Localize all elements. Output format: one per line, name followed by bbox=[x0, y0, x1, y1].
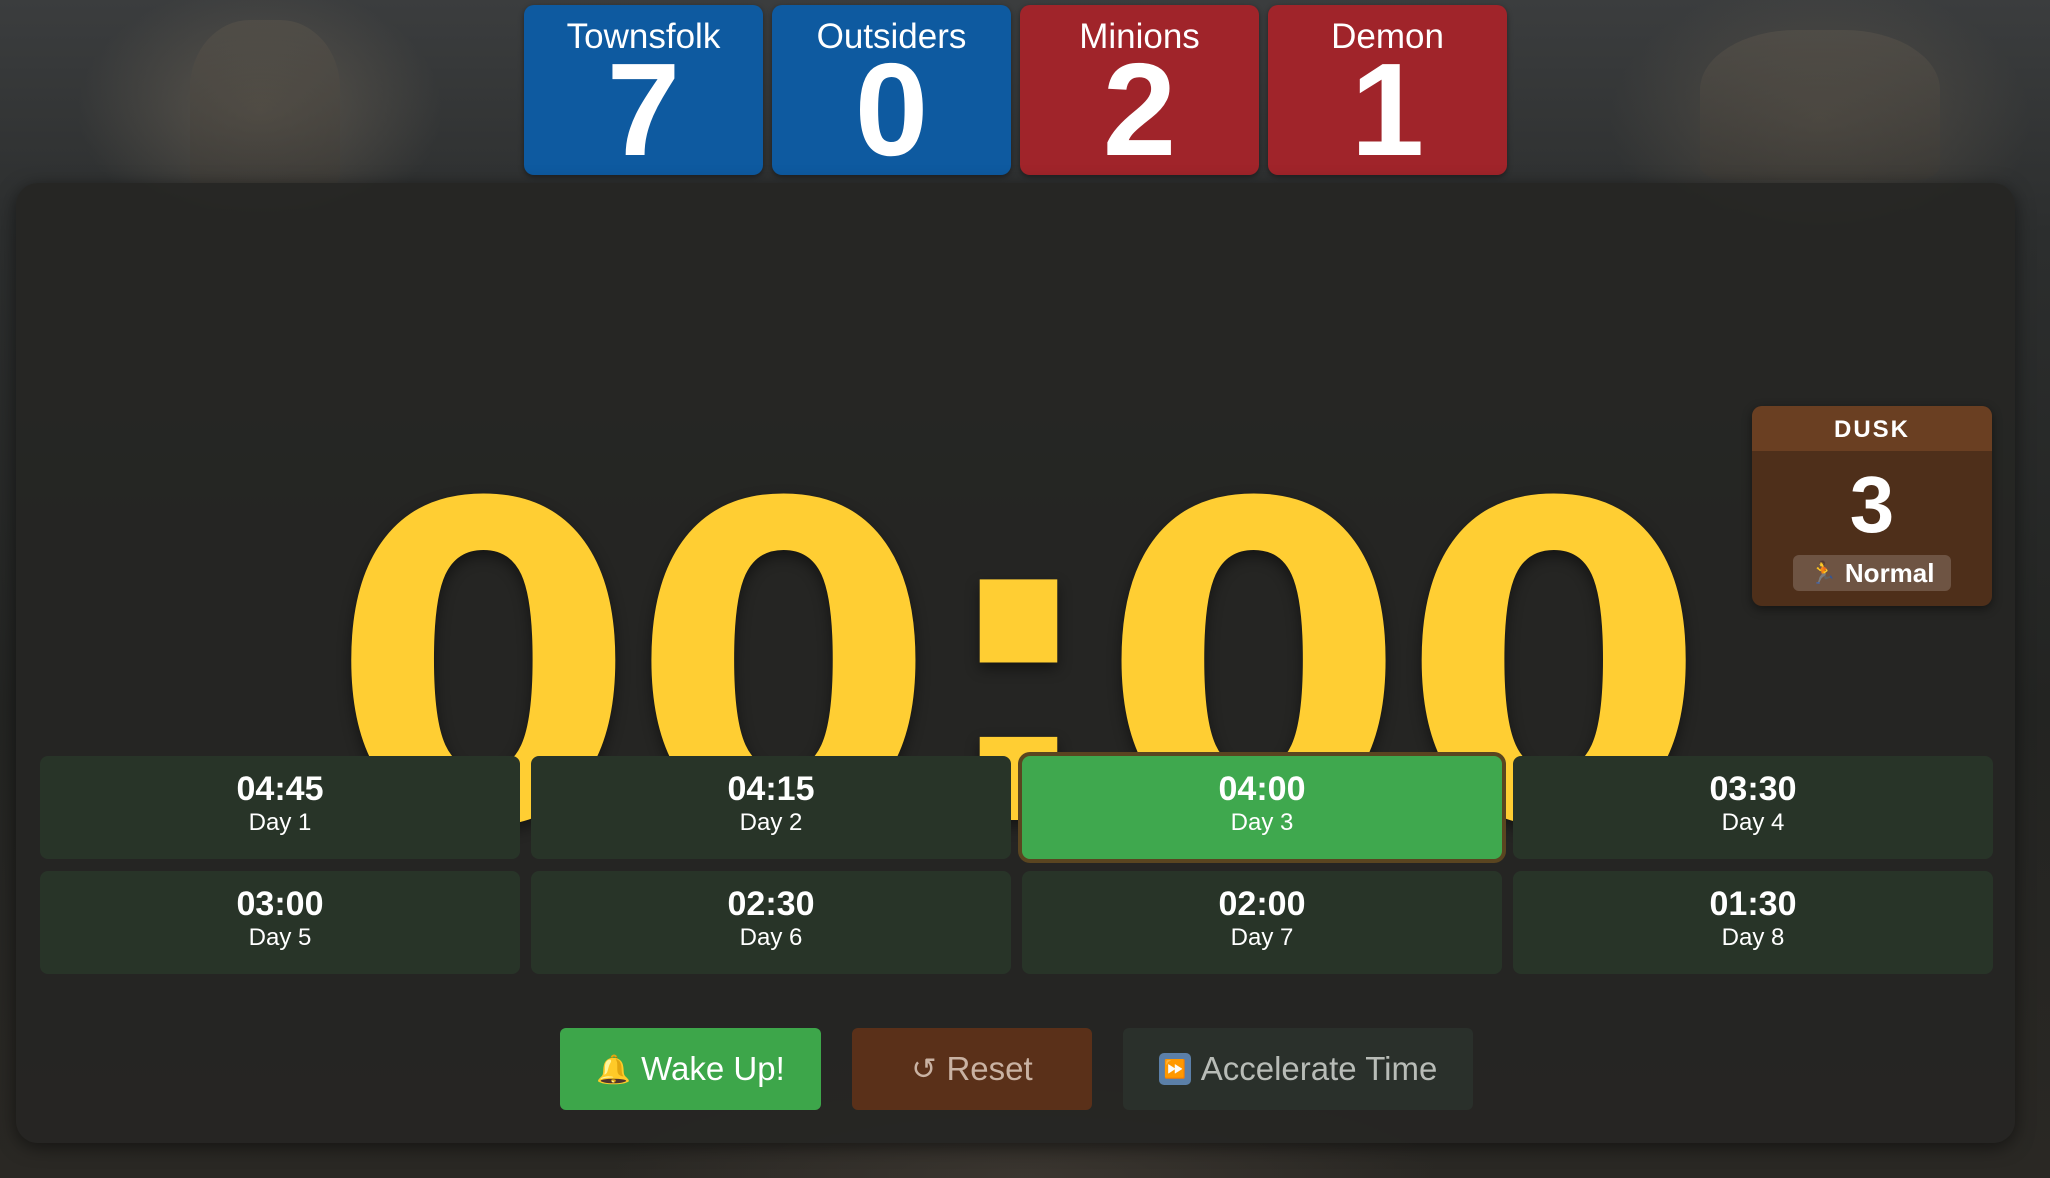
day-preset-label: Day 3 bbox=[1230, 809, 1294, 836]
day-preset-time: 04:45 bbox=[236, 770, 324, 808]
background-tower-right bbox=[1700, 30, 1940, 180]
day-preset-3[interactable]: 04:00 Day 3 bbox=[1022, 756, 1502, 859]
day-preset-1[interactable]: 04:45 Day 1 bbox=[40, 756, 520, 859]
day-preset-label: Day 8 bbox=[1721, 924, 1785, 951]
wake-up-label: Wake Up! bbox=[641, 1050, 785, 1087]
phase-card: DUSK 3 🏃 Normal bbox=[1752, 406, 1992, 606]
bell-icon: 🔔 bbox=[596, 1053, 632, 1085]
reset-button[interactable]: ↺ Reset bbox=[852, 1028, 1092, 1110]
day-preset-6[interactable]: 02:30 Day 6 bbox=[531, 871, 1011, 974]
day-preset-label: Day 6 bbox=[739, 924, 803, 951]
demon-count-card: Demon 1 bbox=[1268, 5, 1507, 183]
day-preset-5[interactable]: 03:00 Day 5 bbox=[40, 871, 520, 974]
day-preset-4[interactable]: 03:30 Day 4 bbox=[1513, 756, 1993, 859]
day-preset-2[interactable]: 04:15 Day 2 bbox=[531, 756, 1011, 859]
day-preset-8[interactable]: 01:30 Day 8 bbox=[1513, 871, 1993, 974]
demon-count: 1 bbox=[1350, 36, 1425, 183]
pace-badge[interactable]: 🏃 Normal bbox=[1793, 555, 1951, 591]
townsfolk-count: 7 bbox=[606, 36, 681, 183]
background-tower-left bbox=[190, 20, 340, 190]
day-preset-time: 01:30 bbox=[1709, 885, 1797, 923]
running-person-icon: 🏃 bbox=[1809, 560, 1837, 585]
day-preset-label: Day 5 bbox=[248, 924, 312, 951]
accelerate-time-button[interactable]: ⏩ Accelerate Time bbox=[1123, 1028, 1473, 1110]
day-preset-time: 04:15 bbox=[727, 770, 815, 808]
day-preset-time: 02:00 bbox=[1218, 885, 1306, 923]
phase-number: 3 bbox=[1849, 460, 1895, 549]
minions-count-card: Minions 2 bbox=[1020, 5, 1259, 183]
accelerate-time-label: Accelerate Time bbox=[1200, 1050, 1438, 1087]
outsiders-count-card: Outsiders 0 bbox=[772, 5, 1011, 183]
day-preset-time: 02:30 bbox=[727, 885, 815, 923]
role-counts: Townsfolk 7 Outsiders 0 Minions 2 Demon … bbox=[524, 5, 1507, 183]
day-preset-7[interactable]: 02:00 Day 7 bbox=[1022, 871, 1502, 974]
phase-label: DUSK bbox=[1752, 406, 1992, 451]
day-preset-label: Day 4 bbox=[1721, 809, 1785, 836]
reset-icon: ↺ bbox=[911, 1052, 937, 1086]
day-preset-label: Day 7 bbox=[1230, 924, 1294, 951]
timer-panel: 00:00 DUSK 3 🏃 Normal 04:45 Day 1 04:15 … bbox=[16, 183, 2015, 1143]
reset-label: Reset bbox=[946, 1050, 1033, 1087]
day-preset-time: 04:00 bbox=[1218, 770, 1306, 808]
day-preset-label: Day 1 bbox=[248, 809, 312, 836]
day-presets: 04:45 Day 1 04:15 Day 2 04:00 Day 3 03:3… bbox=[40, 756, 1993, 974]
day-preset-time: 03:30 bbox=[1709, 770, 1797, 808]
townsfolk-count-card: Townsfolk 7 bbox=[524, 5, 763, 183]
day-preset-label: Day 2 bbox=[739, 809, 803, 836]
fast-forward-icon: ⏩ bbox=[1158, 1053, 1191, 1085]
minions-count: 2 bbox=[1102, 36, 1177, 183]
wake-up-button[interactable]: 🔔 Wake Up! bbox=[560, 1028, 821, 1110]
day-preset-time: 03:00 bbox=[236, 885, 324, 923]
pace-label: Normal bbox=[1844, 557, 1935, 588]
outsiders-count: 0 bbox=[854, 36, 929, 183]
